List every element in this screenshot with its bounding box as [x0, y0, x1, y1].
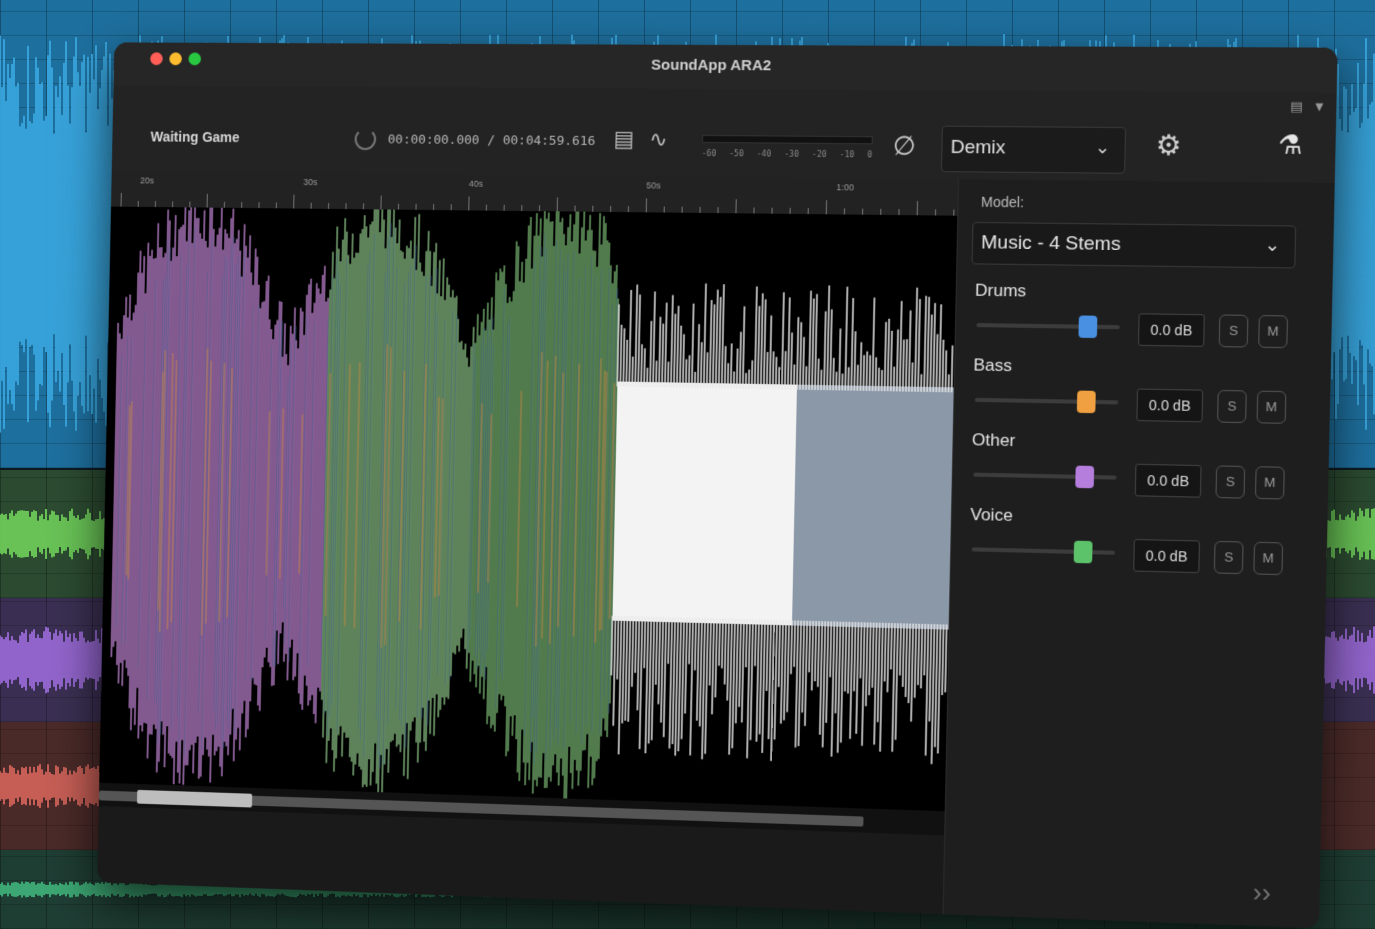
waveform-icon[interactable]: ∿ [649, 127, 668, 153]
solo-button[interactable]: S [1218, 314, 1249, 348]
stem-other: Other 0.0 dB S M [967, 430, 1298, 510]
stem-gain-slider[interactable] [973, 465, 1117, 489]
current-time: 00:00:00.000 [387, 132, 480, 149]
stem-name: Other [971, 430, 1016, 451]
mute-button[interactable]: M [1253, 541, 1284, 576]
model-label: Model: [980, 193, 1025, 211]
level-meter: -60 -50 -40 -30 -20 -10 0 [702, 129, 873, 160]
app-window: SoundApp ARA2 ▤ ▼ Waiting Game 00:00:00.… [97, 42, 1338, 929]
speaker-icon[interactable]: ▤ [613, 126, 634, 152]
stem-gain-value[interactable]: 0.0 dB [1134, 463, 1202, 498]
solo-button[interactable]: S [1215, 465, 1246, 499]
mute-button[interactable]: M [1256, 390, 1287, 424]
timeline-label: 30s [303, 177, 318, 188]
stem-drums: Drums 0.0 dB S M [970, 281, 1302, 359]
timeline-label: 40s [468, 178, 484, 189]
model-select[interactable]: Music - 4 Stems ⌄ [971, 221, 1297, 269]
model-select-value: Music - 4 Stems [980, 232, 1121, 256]
slider-knob[interactable] [1075, 465, 1095, 489]
expand-panel-icon[interactable]: ›› [1252, 877, 1271, 909]
stem-gain-value[interactable]: 0.0 dB [1136, 388, 1204, 423]
mode-select-value: Demix [950, 136, 1006, 159]
total-time: / 00:04:59.616 [487, 133, 596, 150]
phase-invert-icon[interactable]: ∅ [892, 130, 917, 161]
stem-bass: Bass 0.0 dB S M [968, 355, 1299, 434]
solo-button[interactable]: S [1213, 540, 1244, 575]
loading-spinner-icon [354, 128, 377, 151]
meter-tick-label: -20 [811, 149, 827, 160]
meter-tick-label: -10 [839, 150, 855, 160]
meter-tick-label: -60 [701, 148, 717, 159]
flask-icon[interactable]: ⚗ [1278, 129, 1303, 161]
slider-knob[interactable] [1077, 390, 1096, 414]
stem-gain-slider[interactable] [971, 540, 1116, 564]
timeline-label: 50s [646, 180, 661, 191]
mute-button[interactable]: M [1254, 466, 1285, 500]
chevron-down-icon: ⌄ [1264, 234, 1281, 255]
meter-tick-label: -40 [756, 149, 772, 159]
window-mode-icon[interactable]: ▤ [1290, 99, 1303, 115]
meter-tick-label: -30 [784, 149, 799, 159]
stem-gain-slider[interactable] [974, 390, 1119, 414]
mute-button[interactable]: M [1258, 315, 1289, 349]
song-title: Waiting Game [150, 128, 240, 146]
mode-select[interactable]: Demix ⌄ [940, 125, 1127, 174]
timeline-label: 20s [140, 175, 155, 186]
scrollbar-thumb[interactable] [136, 789, 253, 808]
meter-tick-label: -50 [729, 149, 744, 159]
options-dropdown-icon[interactable]: ▼ [1312, 99, 1326, 114]
stem-gain-value[interactable]: 0.0 dB [1133, 538, 1201, 574]
stem-gain-slider[interactable] [976, 315, 1120, 339]
timeline-label: 1:00 [836, 182, 855, 193]
gear-icon[interactable]: ⚙ [1155, 128, 1182, 162]
window-title: SoundApp ARA2 [650, 56, 772, 75]
stem-name: Drums [974, 280, 1027, 301]
solo-button[interactable]: S [1217, 389, 1247, 424]
stems-panel: Model: Music - 4 Stems ⌄ Drums 0.0 dB S … [942, 179, 1336, 929]
meter-tick-label: 0 [867, 150, 873, 160]
stem-name: Bass [973, 355, 1013, 376]
stem-voice: Voice 0.0 dB S M [965, 505, 1296, 586]
slider-knob[interactable] [1073, 540, 1093, 564]
slider-knob[interactable] [1078, 315, 1098, 339]
stem-gain-value[interactable]: 0.0 dB [1137, 313, 1205, 347]
chevron-down-icon: ⌄ [1094, 136, 1111, 158]
waveform-display[interactable] [99, 206, 958, 812]
stem-name: Voice [970, 504, 1013, 526]
